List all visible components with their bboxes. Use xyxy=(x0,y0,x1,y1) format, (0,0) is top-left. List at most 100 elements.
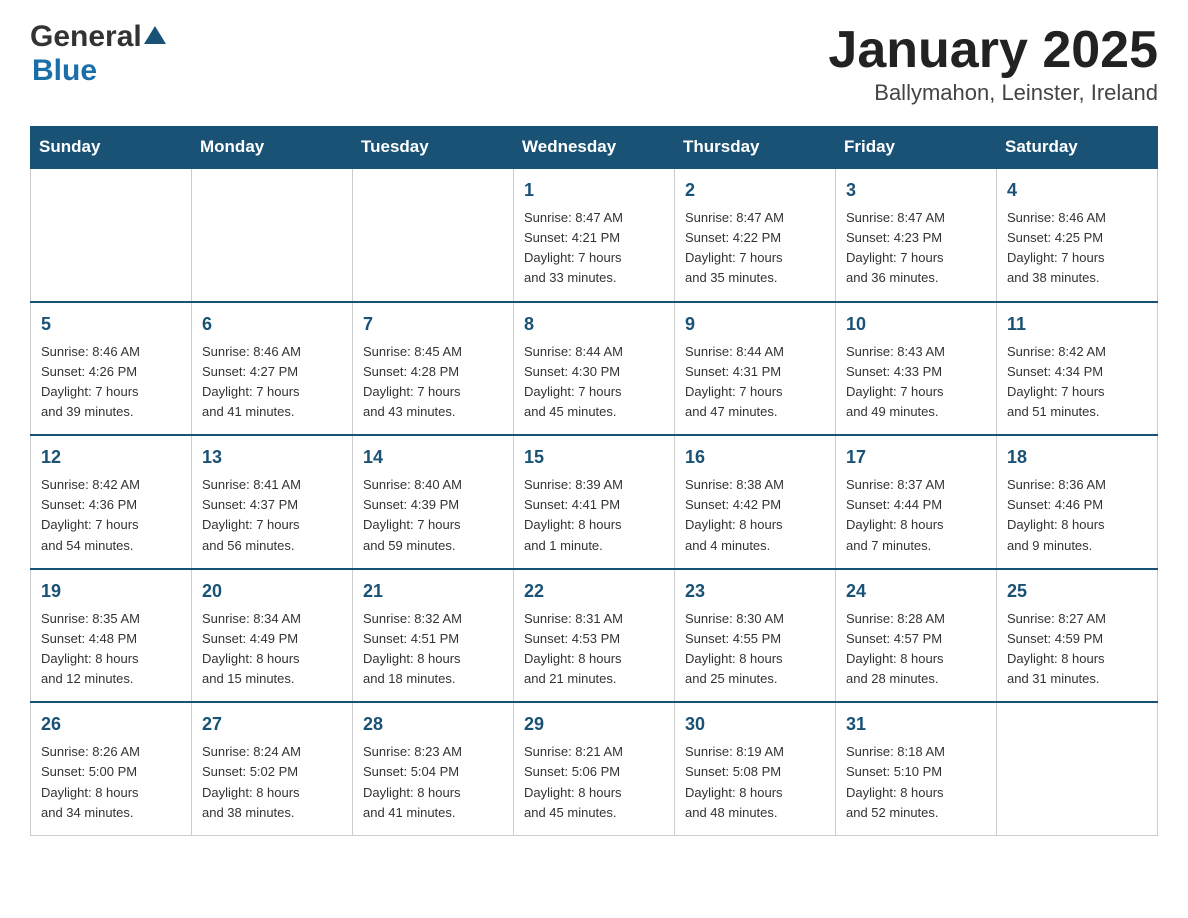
day-info: Sunrise: 8:47 AM Sunset: 4:23 PM Dayligh… xyxy=(846,208,986,289)
calendar-day-8: 8 Sunrise: 8:44 AM Sunset: 4:30 PM Daylig… xyxy=(514,302,675,436)
day-info: Sunrise: 8:28 AM Sunset: 4:57 PM Dayligh… xyxy=(846,609,986,690)
day-number: 6 xyxy=(202,311,342,338)
calendar-day-29: 29 Sunrise: 8:21 AM Sunset: 5:06 PM Dayli… xyxy=(514,702,675,835)
calendar-day-28: 28Sunrise: 8:23 AM Sunset: 5:04 PM Dayli… xyxy=(353,702,514,835)
day-number: 28 xyxy=(363,711,503,738)
calendar-title: January 2025 xyxy=(828,20,1158,80)
logo-triangle-icon xyxy=(144,24,166,51)
header-thursday: Thursday xyxy=(675,127,836,169)
calendar-day-24: 24 Sunrise: 8:28 AM Sunset: 4:57 PM Dayli… xyxy=(836,569,997,703)
day-number: 30 xyxy=(685,711,825,738)
day-number: 1 xyxy=(524,177,664,204)
day-info: Sunrise: 8:36 AM Sunset: 4:46 PM Dayligh… xyxy=(1007,475,1147,556)
day-info: Sunrise: 8:42 AM Sunset: 4:34 PM Dayligh… xyxy=(1007,342,1147,423)
day-number: 23 xyxy=(685,578,825,605)
day-number: 14 xyxy=(363,444,503,471)
day-number: 19 xyxy=(41,578,181,605)
day-number: 3 xyxy=(846,177,986,204)
header-monday: Monday xyxy=(192,127,353,169)
calendar-day-1: 1 Sunrise: 8:47 AM Sunset: 4:21 PM Daylig… xyxy=(514,168,675,302)
day-info: Sunrise: 8:37 AM Sunset: 4:44 PM Dayligh… xyxy=(846,475,986,556)
day-number: 25 xyxy=(1007,578,1147,605)
calendar-week-3: 12Sunrise: 8:42 AM Sunset: 4:36 PM Dayli… xyxy=(31,435,1158,569)
day-number: 20 xyxy=(202,578,342,605)
day-number: 22 xyxy=(524,578,664,605)
calendar-header: SundayMondayTuesdayWednesdayThursdayFrid… xyxy=(31,127,1158,169)
day-info: Sunrise: 8:38 AM Sunset: 4:42 PM Dayligh… xyxy=(685,475,825,556)
header-friday: Friday xyxy=(836,127,997,169)
day-number: 31 xyxy=(846,711,986,738)
day-number: 4 xyxy=(1007,177,1147,204)
header-wednesday: Wednesday xyxy=(514,127,675,169)
day-info: Sunrise: 8:24 AM Sunset: 5:02 PM Dayligh… xyxy=(202,742,342,823)
logo: General Blue xyxy=(30,20,168,88)
calendar-empty xyxy=(31,168,192,302)
day-number: 13 xyxy=(202,444,342,471)
calendar-day-25: 25 Sunrise: 8:27 AM Sunset: 4:59 PM Dayli… xyxy=(997,569,1158,703)
day-info: Sunrise: 8:47 AM Sunset: 4:21 PM Dayligh… xyxy=(524,208,664,289)
day-info: Sunrise: 8:47 AM Sunset: 4:22 PM Dayligh… xyxy=(685,208,825,289)
day-info: Sunrise: 8:41 AM Sunset: 4:37 PM Dayligh… xyxy=(202,475,342,556)
calendar-empty xyxy=(353,168,514,302)
day-number: 21 xyxy=(363,578,503,605)
day-info: Sunrise: 8:46 AM Sunset: 4:25 PM Dayligh… xyxy=(1007,208,1147,289)
calendar-day-18: 18 Sunrise: 8:36 AM Sunset: 4:46 PM Dayli… xyxy=(997,435,1158,569)
logo-line1: General xyxy=(30,20,168,54)
day-number: 9 xyxy=(685,311,825,338)
calendar-body: 1 Sunrise: 8:47 AM Sunset: 4:21 PM Daylig… xyxy=(31,168,1158,835)
day-info: Sunrise: 8:40 AM Sunset: 4:39 PM Dayligh… xyxy=(363,475,503,556)
day-info: Sunrise: 8:46 AM Sunset: 4:27 PM Dayligh… xyxy=(202,342,342,423)
calendar-subtitle: Ballymahon, Leinster, Ireland xyxy=(828,80,1158,106)
day-info: Sunrise: 8:27 AM Sunset: 4:59 PM Dayligh… xyxy=(1007,609,1147,690)
calendar-day-20: 20 Sunrise: 8:34 AM Sunset: 4:49 PM Dayli… xyxy=(192,569,353,703)
calendar-day-16: 16 Sunrise: 8:38 AM Sunset: 4:42 PM Dayli… xyxy=(675,435,836,569)
day-number: 5 xyxy=(41,311,181,338)
day-info: Sunrise: 8:44 AM Sunset: 4:30 PM Dayligh… xyxy=(524,342,664,423)
day-info: Sunrise: 8:39 AM Sunset: 4:41 PM Dayligh… xyxy=(524,475,664,556)
day-number: 15 xyxy=(524,444,664,471)
day-info: Sunrise: 8:19 AM Sunset: 5:08 PM Dayligh… xyxy=(685,742,825,823)
title-block: January 2025 Ballymahon, Leinster, Irela… xyxy=(828,20,1158,106)
calendar-day-13: 13 Sunrise: 8:41 AM Sunset: 4:37 PM Dayli… xyxy=(192,435,353,569)
day-number: 2 xyxy=(685,177,825,204)
day-info: Sunrise: 8:43 AM Sunset: 4:33 PM Dayligh… xyxy=(846,342,986,423)
calendar-day-5: 5 Sunrise: 8:46 AM Sunset: 4:26 PM Daylig… xyxy=(31,302,192,436)
day-number: 11 xyxy=(1007,311,1147,338)
day-info: Sunrise: 8:34 AM Sunset: 4:49 PM Dayligh… xyxy=(202,609,342,690)
calendar-empty xyxy=(997,702,1158,835)
day-number: 24 xyxy=(846,578,986,605)
calendar-day-31: 31Sunrise: 8:18 AM Sunset: 5:10 PM Dayli… xyxy=(836,702,997,835)
day-info: Sunrise: 8:46 AM Sunset: 4:26 PM Dayligh… xyxy=(41,342,181,423)
calendar-day-4: 4 Sunrise: 8:46 AM Sunset: 4:25 PM Daylig… xyxy=(997,168,1158,302)
calendar-day-3: 3 Sunrise: 8:47 AM Sunset: 4:23 PM Daylig… xyxy=(836,168,997,302)
day-info: Sunrise: 8:30 AM Sunset: 4:55 PM Dayligh… xyxy=(685,609,825,690)
day-info: Sunrise: 8:21 AM Sunset: 5:06 PM Dayligh… xyxy=(524,742,664,823)
header-sunday: Sunday xyxy=(31,127,192,169)
calendar-day-6: 6 Sunrise: 8:46 AM Sunset: 4:27 PM Daylig… xyxy=(192,302,353,436)
day-number: 27 xyxy=(202,711,342,738)
day-number: 29 xyxy=(524,711,664,738)
day-number: 8 xyxy=(524,311,664,338)
calendar-day-21: 21Sunrise: 8:32 AM Sunset: 4:51 PM Dayli… xyxy=(353,569,514,703)
logo-general-text: General xyxy=(30,20,142,54)
calendar-day-30: 30 Sunrise: 8:19 AM Sunset: 5:08 PM Dayli… xyxy=(675,702,836,835)
day-info: Sunrise: 8:31 AM Sunset: 4:53 PM Dayligh… xyxy=(524,609,664,690)
day-number: 10 xyxy=(846,311,986,338)
day-number: 18 xyxy=(1007,444,1147,471)
calendar-day-10: 10 Sunrise: 8:43 AM Sunset: 4:33 PM Dayli… xyxy=(836,302,997,436)
header-saturday: Saturday xyxy=(997,127,1158,169)
days-of-week-row: SundayMondayTuesdayWednesdayThursdayFrid… xyxy=(31,127,1158,169)
day-number: 12 xyxy=(41,444,181,471)
calendar-day-12: 12Sunrise: 8:42 AM Sunset: 4:36 PM Dayli… xyxy=(31,435,192,569)
calendar-day-22: 22 Sunrise: 8:31 AM Sunset: 4:53 PM Dayli… xyxy=(514,569,675,703)
day-info: Sunrise: 8:44 AM Sunset: 4:31 PM Dayligh… xyxy=(685,342,825,423)
day-info: Sunrise: 8:45 AM Sunset: 4:28 PM Dayligh… xyxy=(363,342,503,423)
calendar-day-9: 9 Sunrise: 8:44 AM Sunset: 4:31 PM Daylig… xyxy=(675,302,836,436)
calendar-empty xyxy=(192,168,353,302)
page-header: General Blue January 2025 Ballymahon, Le… xyxy=(30,20,1158,106)
calendar-week-2: 5 Sunrise: 8:46 AM Sunset: 4:26 PM Daylig… xyxy=(31,302,1158,436)
calendar-day-27: 27 Sunrise: 8:24 AM Sunset: 5:02 PM Dayli… xyxy=(192,702,353,835)
calendar-day-19: 19Sunrise: 8:35 AM Sunset: 4:48 PM Dayli… xyxy=(31,569,192,703)
day-number: 16 xyxy=(685,444,825,471)
day-number: 7 xyxy=(363,311,503,338)
